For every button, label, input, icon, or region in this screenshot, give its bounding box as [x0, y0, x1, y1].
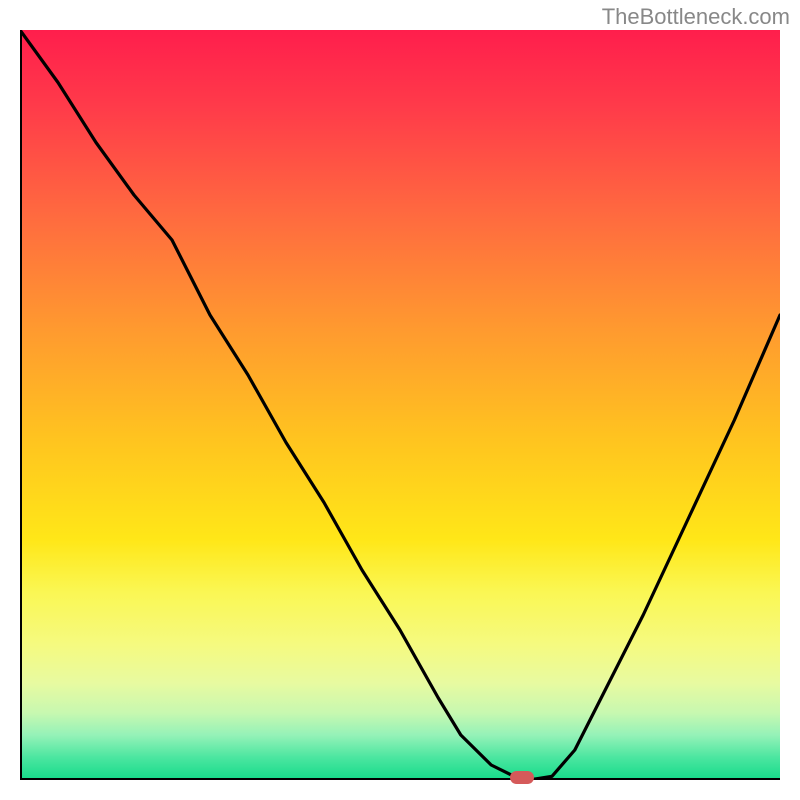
- plot-gradient-background: [20, 30, 780, 780]
- watermark-text: TheBottleneck.com: [602, 4, 790, 30]
- optimal-marker-icon: [510, 771, 534, 784]
- bottleneck-chart: TheBottleneck.com: [0, 0, 800, 800]
